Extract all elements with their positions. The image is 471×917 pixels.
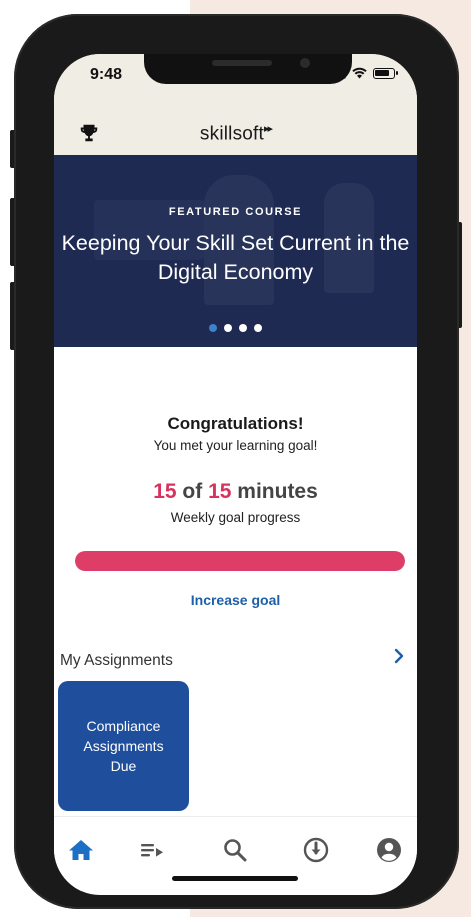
home-indicator [172, 876, 298, 881]
home-icon[interactable] [66, 835, 96, 865]
assignment-card-label: Compliance Assignments Due [83, 718, 164, 774]
playlist-icon[interactable] [137, 835, 167, 865]
goal-of: of [182, 480, 203, 503]
featured-tag: FEATURED COURSE [168, 206, 303, 218]
goal-progress-fill [75, 551, 405, 571]
carousel-dot[interactable] [224, 324, 232, 332]
goal-caption: Weekly goal progress [170, 510, 301, 525]
chevron-right-icon[interactable] [392, 647, 406, 665]
featured-course-banner[interactable]: FEATURED COURSE Keeping Your Skill Set C… [54, 155, 417, 347]
battery-icon [373, 67, 398, 79]
goal-progress-text: 15 of 15 minutes [54, 480, 417, 504]
speaker [212, 60, 272, 66]
goal-completed: 15 [153, 480, 177, 503]
carousel-dot[interactable] [254, 324, 262, 332]
goal-headline: Congratulations! [167, 414, 304, 433]
carousel-dot[interactable] [209, 324, 217, 332]
skillsoft-logo: skillsoft▸▸ [199, 123, 273, 145]
signal-icon [328, 67, 346, 79]
status-time: 9:48 [90, 66, 123, 83]
goal-progress-bar [75, 551, 405, 571]
goal-unit: minutes [237, 480, 318, 503]
search-icon[interactable] [220, 835, 250, 865]
carousel-dot[interactable] [239, 324, 247, 332]
assignment-card[interactable]: Compliance Assignments Due [58, 681, 189, 811]
goal-subline: You met your learning goal! [153, 438, 318, 453]
camera [300, 58, 310, 68]
goal-target: 15 [208, 480, 232, 503]
notch [144, 54, 352, 84]
download-icon[interactable] [301, 835, 331, 865]
wifi-icon [352, 67, 367, 79]
status-icons [328, 67, 398, 79]
assignments-title: My Assignments [60, 652, 173, 669]
increase-goal-link[interactable]: Increase goal [54, 592, 417, 608]
profile-icon[interactable] [374, 835, 404, 865]
phone-screen: 9:48 skillsoft▸▸ FEATURED COURSE Keeping… [54, 54, 417, 895]
carousel-dots [54, 324, 417, 332]
featured-course-title: Keeping Your Skill Set Current in the Di… [61, 231, 410, 284]
